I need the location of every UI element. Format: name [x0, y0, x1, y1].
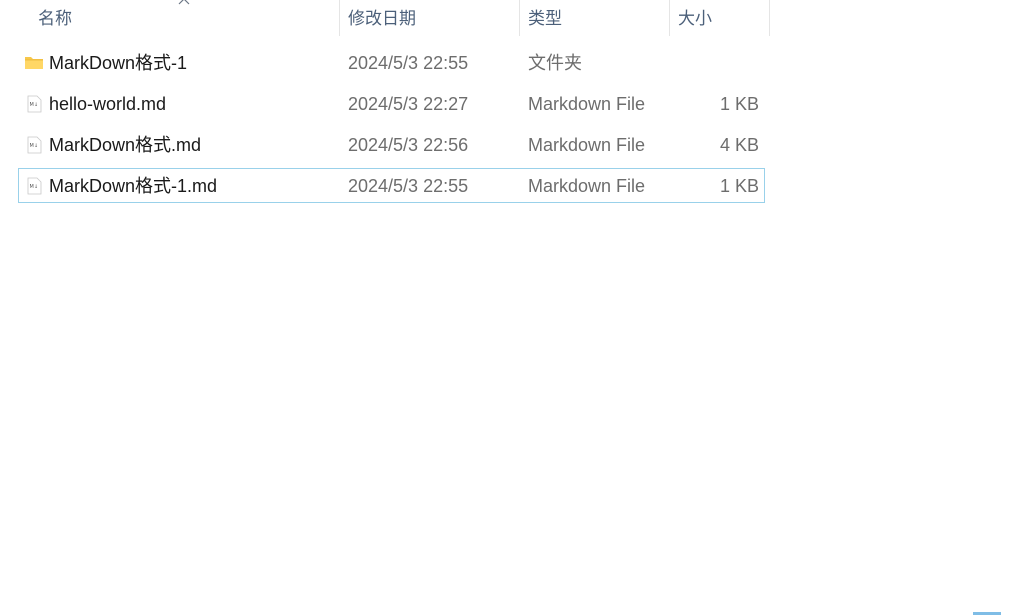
column-header-size[interactable]: 大小	[670, 0, 770, 36]
sort-up-icon	[178, 0, 190, 8]
file-row[interactable]: M↓ MarkDown格式.md 2024/5/3 22:56 Markdown…	[18, 127, 765, 162]
file-date: 2024/5/3 22:55	[348, 53, 469, 73]
file-type: Markdown File	[528, 135, 646, 155]
file-row-focused[interactable]: M↓ MarkDown格式-1.md 2024/5/3 22:55 Markdo…	[18, 168, 765, 203]
file-row[interactable]: M↓ hello-world.md 2024/5/3 22:27 Markdow…	[18, 86, 765, 121]
column-header-bar: 名称 修改日期 类型 大小	[0, 0, 770, 36]
column-header-type[interactable]: 类型	[520, 0, 670, 36]
folder-icon	[24, 54, 44, 72]
markdown-file-icon: M↓	[24, 95, 44, 113]
file-explorer-view: 名称 修改日期 类型 大小 MarkDown格式-1 2024/5/3 22:5…	[0, 0, 1035, 615]
svg-text:M↓: M↓	[30, 102, 39, 108]
file-date: 2024/5/3 22:27	[348, 94, 469, 114]
svg-text:M↓: M↓	[30, 184, 39, 190]
column-header-date-label: 修改日期	[348, 9, 416, 28]
column-header-date[interactable]: 修改日期	[340, 0, 520, 36]
file-name: MarkDown格式.md	[49, 135, 202, 155]
file-name: hello-world.md	[49, 94, 167, 114]
markdown-file-icon: M↓	[24, 136, 44, 154]
file-date: 2024/5/3 22:55	[348, 176, 469, 196]
file-name: MarkDown格式-1.md	[49, 176, 218, 196]
file-name: MarkDown格式-1	[49, 53, 188, 73]
file-type: Markdown File	[528, 94, 646, 114]
column-header-type-label: 类型	[528, 9, 562, 28]
file-size: 1 KB	[719, 176, 759, 196]
file-type: Markdown File	[528, 176, 646, 196]
column-header-size-label: 大小	[678, 9, 712, 28]
column-header-name-label: 名称	[38, 9, 72, 28]
file-size: 4 KB	[719, 135, 759, 155]
file-row-folder[interactable]: MarkDown格式-1 2024/5/3 22:55 文件夹	[18, 45, 765, 80]
file-type: 文件夹	[528, 53, 582, 73]
markdown-file-icon: M↓	[24, 177, 44, 195]
svg-text:M↓: M↓	[30, 143, 39, 149]
file-date: 2024/5/3 22:56	[348, 135, 469, 155]
file-size: 1 KB	[719, 94, 759, 114]
